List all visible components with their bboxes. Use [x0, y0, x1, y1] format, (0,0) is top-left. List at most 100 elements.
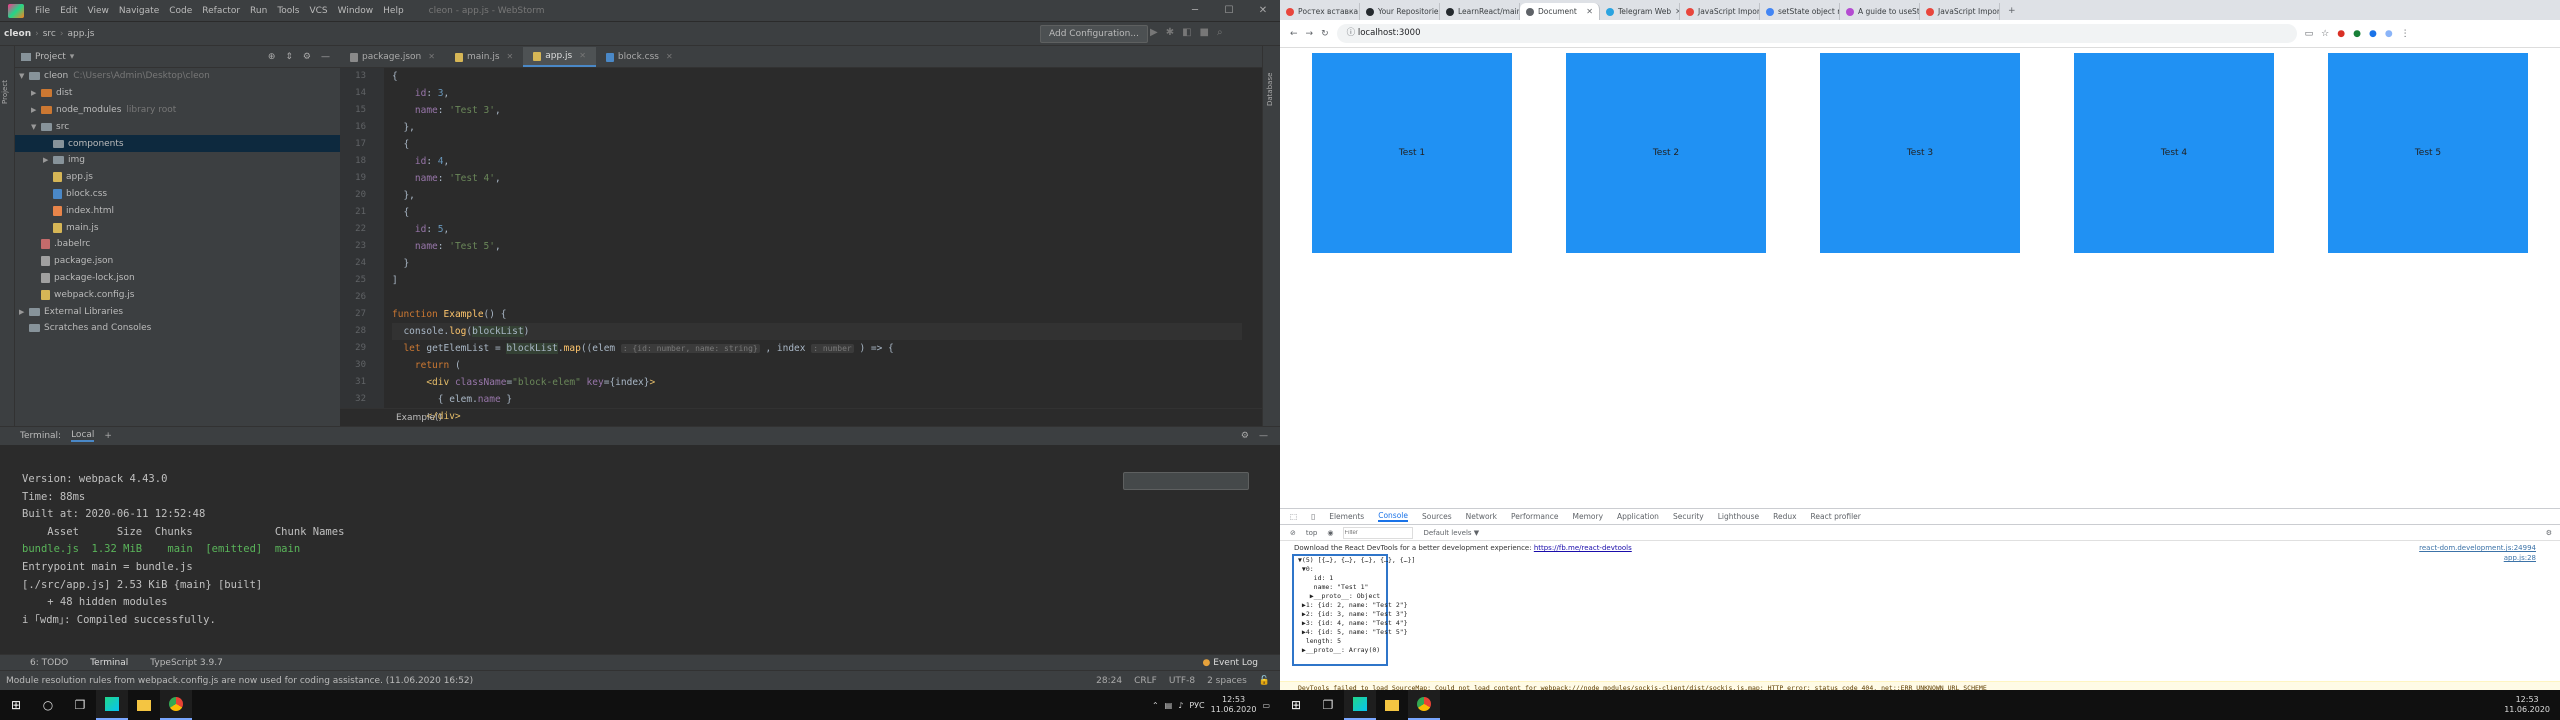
browser-tab[interactable]: Ростех вставка✕	[1280, 3, 1360, 20]
browser-tab[interactable]: Telegram Web✕	[1600, 3, 1680, 20]
clock[interactable]: 12:53 11.06.2020	[1211, 695, 1257, 715]
cursor-position[interactable]: 28:24	[1096, 676, 1122, 686]
tree-item[interactable]: app.js	[15, 169, 340, 186]
breadcrumb-folder[interactable]: src	[39, 29, 60, 39]
tree-item[interactable]: package.json	[15, 253, 340, 270]
tree-item[interactable]: ▼ cleon C:\Users\Admin\Desktop\cleon	[15, 68, 340, 85]
editor-tab[interactable]: block.css ✕	[596, 47, 683, 67]
console-filter-input[interactable]	[1343, 526, 1414, 539]
chrome-taskbar-icon[interactable]	[1408, 690, 1440, 720]
gear-icon[interactable]: ⚙	[2546, 529, 2552, 537]
file-explorer-icon[interactable]	[128, 690, 160, 720]
webstorm-taskbar-icon[interactable]	[96, 690, 128, 720]
tree-item[interactable]: index.html	[15, 202, 340, 219]
tree-item[interactable]: components	[15, 135, 340, 152]
tree-item[interactable]: .babelrc	[15, 236, 340, 253]
breadcrumb-project[interactable]: cleon	[0, 29, 35, 39]
omnibox[interactable]: ⓘ localhost:3000	[1336, 24, 2297, 43]
debug-icon[interactable]: ✱	[1166, 27, 1174, 38]
event-log-tab[interactable]: ● Event Log	[1203, 658, 1258, 668]
array-entry[interactable]: ▶1: {id: 2, name: "Test 2"}	[1294, 601, 1408, 610]
menu-refactor[interactable]: Refactor	[197, 6, 245, 16]
code-area[interactable]: { id: 3, name: 'Test 3', }, { id: 4, nam…	[392, 68, 1242, 422]
chevron-down-icon[interactable]: ▾	[70, 52, 75, 62]
devtools-tab[interactable]: React profiler	[1811, 512, 1861, 521]
line-separator[interactable]: CRLF	[1134, 676, 1157, 686]
notifications-icon[interactable]: ▭	[1262, 701, 1270, 710]
browser-tab[interactable]: A guide to useState in R✕	[1840, 3, 1920, 20]
devtools-tab[interactable]: Sources	[1422, 512, 1452, 521]
tree-item[interactable]: ▶ node_modules library root	[15, 102, 340, 119]
eye-icon[interactable]: ◉	[1327, 529, 1333, 537]
tree-item[interactable]: main.js	[15, 219, 340, 236]
tree-item[interactable]: webpack.config.js	[15, 286, 340, 303]
gear-icon[interactable]: ⚙	[303, 52, 311, 62]
menu-vcs[interactable]: VCS	[304, 6, 332, 16]
run-icon[interactable]: ▶	[1150, 27, 1158, 38]
reload-icon[interactable]: ↻	[1321, 29, 1329, 39]
tree-item[interactable]: ▶ External Libraries	[15, 303, 340, 320]
extension-icon[interactable]: ●	[2337, 29, 2345, 39]
browser-tab[interactable]: JavaScript Import Text✕	[1680, 3, 1760, 20]
locate-icon[interactable]: ⊕	[268, 52, 276, 62]
context-selector[interactable]: top	[1306, 529, 1317, 537]
typescript-tab[interactable]: TypeScript 3.9.7	[150, 658, 223, 668]
array-entry[interactable]: ▶__proto__: Array(0)	[1294, 646, 1386, 655]
array-entry[interactable]: ▶__proto__: Object	[1294, 592, 1386, 601]
devtools-tab[interactable]: Console	[1378, 511, 1408, 522]
new-tab-button[interactable]: +	[2000, 3, 2024, 20]
devtools-tab[interactable]: Application	[1617, 512, 1659, 521]
file-encoding[interactable]: UTF-8	[1169, 676, 1195, 686]
terminal-search-input[interactable]	[1123, 472, 1249, 490]
hide-icon[interactable]: —	[1259, 431, 1268, 441]
inspect-element-icon[interactable]: ⬚	[1290, 512, 1297, 521]
devtools-tab[interactable]: Performance	[1511, 512, 1559, 521]
add-tab-icon[interactable]: +	[104, 431, 112, 441]
status-message[interactable]: Module resolution rules from webpack.con…	[6, 676, 473, 686]
devtools-tab[interactable]: Security	[1673, 512, 1704, 521]
menu-code[interactable]: Code	[164, 6, 197, 16]
lock-icon[interactable]: 🔓	[1259, 676, 1270, 686]
menu-help[interactable]: Help	[378, 6, 409, 16]
stop-icon[interactable]: ■	[1200, 27, 1209, 38]
expand-arrow-icon[interactable]: ▼	[31, 123, 41, 131]
browser-tab[interactable]: setState object react w✕	[1760, 3, 1840, 20]
close-icon[interactable]: ✕	[428, 47, 435, 67]
task-view-icon[interactable]: ❐	[1312, 690, 1344, 720]
devtools-tab[interactable]: Elements	[1329, 512, 1364, 521]
file-explorer-icon[interactable]	[1376, 690, 1408, 720]
windows-start-icon[interactable]: ⊞	[1280, 690, 1312, 720]
menu-run[interactable]: Run	[245, 6, 272, 16]
source-link[interactable]: react-dom.development.js:24994	[2419, 543, 2536, 553]
hide-icon[interactable]: —	[321, 52, 330, 62]
expand-arrow-icon[interactable]: ▶	[31, 89, 41, 97]
menu-tools[interactable]: Tools	[272, 6, 304, 16]
expand-arrow-icon[interactable]: ▶	[43, 156, 53, 164]
close-icon[interactable]: ✕	[579, 46, 586, 66]
webstorm-taskbar-icon[interactable]	[1344, 690, 1376, 720]
browser-tab[interactable]: Document ✕	[1520, 3, 1600, 20]
tree-item[interactable]: package-lock.json	[15, 270, 340, 287]
terminal-tab[interactable]: Terminal	[90, 658, 128, 668]
search-icon[interactable]: ○	[32, 690, 64, 720]
minimize-icon[interactable]: ─	[1178, 0, 1212, 22]
devtools-tab[interactable]: Memory	[1573, 512, 1604, 521]
array-entry[interactable]: ▶3: {id: 4, name: "Test 4"}	[1294, 619, 1408, 628]
array-entry[interactable]: ▶2: {id: 3, name: "Test 3"}	[1294, 610, 1408, 619]
close-icon[interactable]: ✕	[1586, 7, 1593, 16]
browser-tab[interactable]: Your Repositories✕	[1360, 3, 1440, 20]
logged-array-inspector[interactable]: ▼(5) [{…}, {…}, {…}, {…}, {…}] ▼0: id: 1…	[1292, 554, 1415, 666]
editor-breadcrumb[interactable]: Example()	[340, 408, 1262, 426]
add-configuration-button[interactable]: Add Configuration...	[1040, 25, 1148, 43]
indent-setting[interactable]: 2 spaces	[1207, 676, 1247, 686]
tree-item[interactable]: ▶ img	[15, 152, 340, 169]
extension-icon[interactable]: ●	[2353, 29, 2361, 39]
source-link[interactable]: app.js:28	[2504, 553, 2536, 563]
devtools-tab[interactable]: Lighthouse	[1718, 512, 1759, 521]
devtools-link[interactable]: https://fb.me/react-devtools	[1534, 544, 1632, 552]
menu-window[interactable]: Window	[333, 6, 379, 16]
expand-arrow-icon[interactable]: ▼	[19, 72, 29, 80]
chevron-up-icon[interactable]: ⌃	[1152, 701, 1159, 710]
browser-tab[interactable]: LearnReact/main.js at m✕	[1440, 3, 1520, 20]
account-avatar-icon[interactable]: ●	[2385, 29, 2393, 39]
